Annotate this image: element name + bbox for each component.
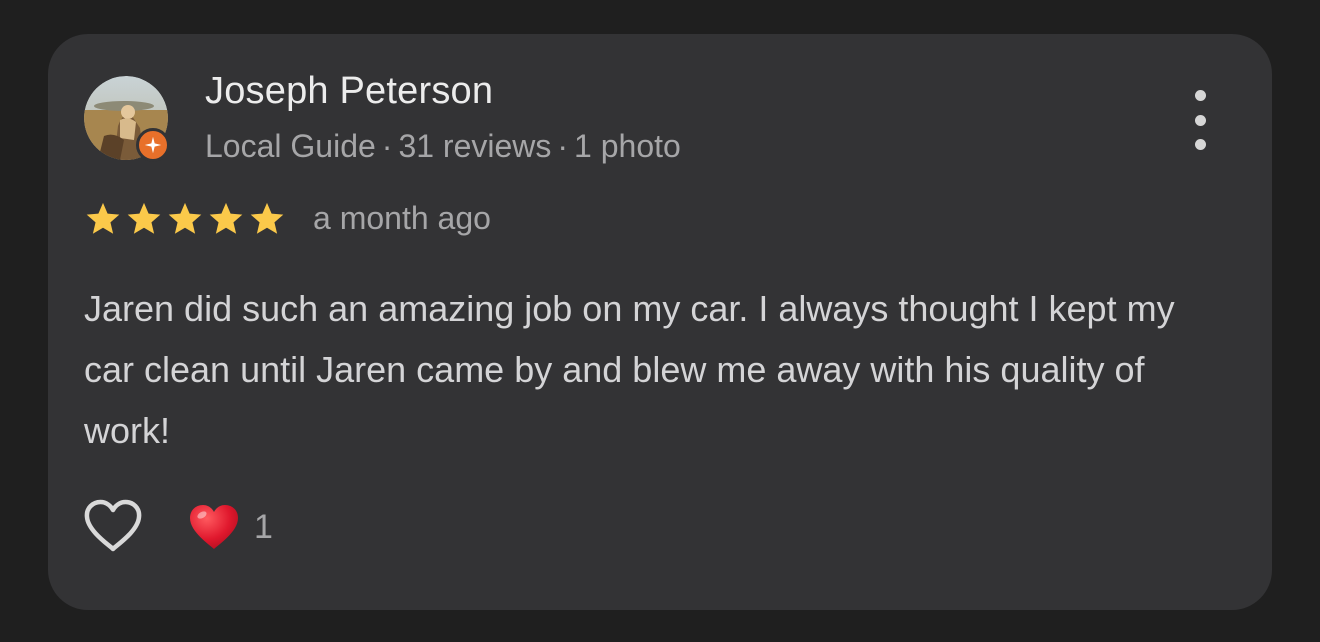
avatar[interactable]	[84, 76, 170, 162]
meta-separator: ·	[381, 128, 393, 164]
star-icon	[250, 202, 284, 234]
reaction-summary[interactable]: 1	[188, 502, 273, 552]
review-time: a month ago	[313, 200, 491, 236]
author-photo-count: 1 photo	[574, 128, 681, 164]
local-guide-badge-icon	[136, 128, 170, 162]
red-heart-icon	[190, 505, 238, 549]
heart-outline-icon[interactable]	[82, 496, 144, 556]
star-icon	[86, 202, 120, 234]
star-rating	[84, 200, 286, 238]
author-meta: Local Guide · 31 reviews · 1 photo	[205, 128, 681, 165]
reaction-count: 1	[254, 507, 273, 546]
star-icon	[127, 202, 161, 234]
review-card: Joseph Peterson Local Guide · 31 reviews · 1…	[48, 34, 1272, 610]
author-level: Local Guide	[205, 128, 376, 164]
star-icon	[168, 202, 202, 234]
more-vertical-icon[interactable]	[1186, 90, 1214, 150]
author-name[interactable]: Joseph Peterson	[205, 70, 493, 113]
review-text: Jaren did such an amazing job on my car.…	[84, 288, 1175, 451]
star-icon	[209, 202, 243, 234]
meta-separator: ·	[557, 128, 569, 164]
author-review-count: 31 reviews	[398, 128, 552, 164]
